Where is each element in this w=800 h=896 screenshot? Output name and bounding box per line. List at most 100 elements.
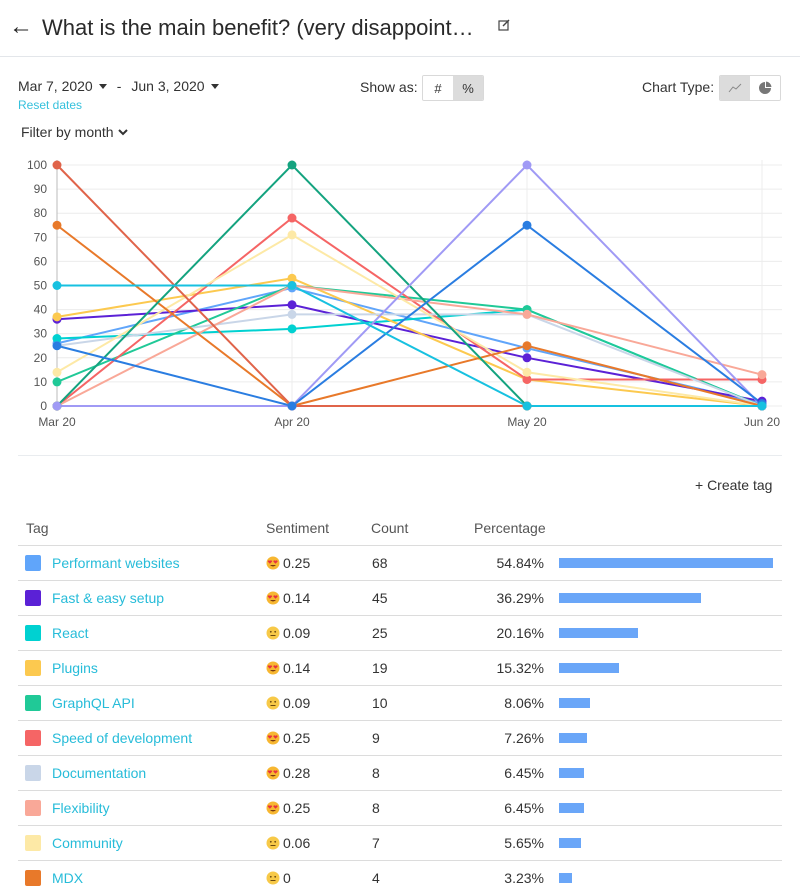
tag-color-swatch <box>25 800 41 816</box>
line-chart-icon <box>728 83 742 93</box>
chart-type-toggle <box>719 75 781 101</box>
table-row: MDX 0 4 3.23% <box>18 861 782 896</box>
sentiment-value: 0.14 <box>283 660 311 676</box>
percentage-bar <box>559 733 587 743</box>
tag-link[interactable]: Performant websites <box>52 555 180 571</box>
percentage-bar <box>559 698 590 708</box>
reset-dates-link[interactable]: Reset dates <box>18 98 82 112</box>
sentiment-cell: 0.09 <box>266 695 310 711</box>
percentage-bar <box>559 838 581 848</box>
neutral-face-emoji-icon <box>266 696 280 710</box>
tag-link[interactable]: MDX <box>52 870 83 886</box>
percentage-bar <box>559 593 701 603</box>
data-point <box>52 367 62 377</box>
show-as-percent-button[interactable]: % <box>453 76 483 100</box>
data-point <box>52 377 62 387</box>
y-tick-label: 80 <box>34 206 48 220</box>
table-row: Flexibility 0.25 8 6.45% <box>18 791 782 826</box>
sentiment-value: 0 <box>283 870 291 886</box>
start-date-dropdown[interactable]: Mar 7, 2020 <box>18 78 107 94</box>
x-tick-label: May 20 <box>507 415 547 429</box>
tag-link[interactable]: Flexibility <box>52 800 110 816</box>
header-count[interactable]: Count <box>371 520 408 536</box>
tag-link[interactable]: Documentation <box>52 765 146 781</box>
data-point <box>287 300 297 310</box>
tag-color-swatch <box>25 730 41 746</box>
data-point <box>52 341 62 351</box>
heart-eyes-emoji-icon <box>266 801 280 815</box>
tag-color-swatch <box>25 695 41 711</box>
pie-chart-button[interactable] <box>750 76 780 100</box>
date-range: Mar 7, 2020 - Jun 3, 2020 <box>18 78 219 94</box>
y-tick-label: 50 <box>34 279 48 293</box>
count-cell: 45 <box>372 590 388 606</box>
tag-color-swatch <box>25 660 41 676</box>
percentage-cell: 20.16% <box>496 625 544 641</box>
data-point <box>522 341 532 351</box>
chart-type-label: Chart Type: <box>642 79 715 95</box>
table-row: Documentation 0.28 8 6.45% <box>18 756 782 791</box>
tag-link[interactable]: Plugins <box>52 660 98 676</box>
sentiment-value: 0.28 <box>283 765 311 781</box>
y-tick-label: 20 <box>34 351 48 365</box>
tag-link[interactable]: Speed of development <box>52 730 192 746</box>
data-point <box>522 353 532 363</box>
tag-link[interactable]: Community <box>52 835 123 851</box>
percentage-cell: 36.29% <box>496 590 544 606</box>
edit-icon[interactable] <box>498 19 510 31</box>
data-point <box>757 401 767 411</box>
heart-eyes-emoji-icon <box>266 556 280 570</box>
data-point <box>52 312 62 322</box>
sentiment-value: 0.25 <box>283 555 311 571</box>
x-tick-label: Apr 20 <box>274 415 310 429</box>
tag-link[interactable]: Fast & easy setup <box>52 590 164 606</box>
tag-color-swatch <box>25 625 41 641</box>
percentage-cell: 3.23% <box>504 870 544 886</box>
tag-color-swatch <box>25 590 41 606</box>
chevron-down-icon <box>117 129 128 136</box>
sentiment-cell: 0.25 <box>266 800 310 816</box>
percentage-bar <box>559 628 638 638</box>
tag-link[interactable]: React <box>52 625 89 641</box>
line-chart-button[interactable] <box>720 76 750 100</box>
show-as-count-button[interactable]: # <box>423 76 453 100</box>
end-date-dropdown[interactable]: Jun 3, 2020 <box>131 78 219 94</box>
table-row: React 0.09 25 20.16% <box>18 616 782 651</box>
data-point <box>757 370 767 380</box>
heart-eyes-emoji-icon <box>266 731 280 745</box>
header-sentiment[interactable]: Sentiment <box>266 520 329 536</box>
tag-color-swatch <box>25 835 41 851</box>
sentiment-cell: 0.28 <box>266 765 310 781</box>
y-tick-label: 40 <box>34 303 48 317</box>
count-cell: 25 <box>372 625 388 641</box>
tag-color-swatch <box>25 870 41 886</box>
tag-link[interactable]: GraphQL API <box>52 695 135 711</box>
sentiment-cell: 0.25 <box>266 730 310 746</box>
date-separator: - <box>116 78 122 94</box>
sentiment-value: 0.09 <box>283 625 311 641</box>
data-point <box>522 367 532 377</box>
percentage-cell: 6.45% <box>504 765 544 781</box>
sentiment-value: 0.14 <box>283 590 311 606</box>
neutral-face-emoji-icon <box>266 626 280 640</box>
create-tag-button[interactable]: + Create tag <box>695 477 772 493</box>
data-point <box>52 220 62 230</box>
percentage-bar <box>559 873 572 883</box>
count-cell: 8 <box>372 800 380 816</box>
count-cell: 4 <box>372 870 380 886</box>
heart-eyes-emoji-icon <box>266 766 280 780</box>
filter-by-month-dropdown[interactable]: Filter by month <box>21 124 128 140</box>
data-point <box>52 401 62 411</box>
data-point <box>522 220 532 230</box>
y-tick-label: 10 <box>34 375 48 389</box>
data-point <box>522 309 532 319</box>
sentiment-value: 0.25 <box>283 730 311 746</box>
header-tag: Tag <box>26 520 49 536</box>
data-point <box>287 160 297 170</box>
header-percentage[interactable]: Percentage <box>474 520 546 536</box>
page-title: What is the main benefit? (very disappoi… <box>42 15 474 40</box>
show-as-label: Show as: <box>360 79 418 95</box>
arrow-left-icon[interactable]: ← <box>9 12 33 42</box>
percentage-cell: 15.32% <box>496 660 544 676</box>
tag-color-swatch <box>25 765 41 781</box>
